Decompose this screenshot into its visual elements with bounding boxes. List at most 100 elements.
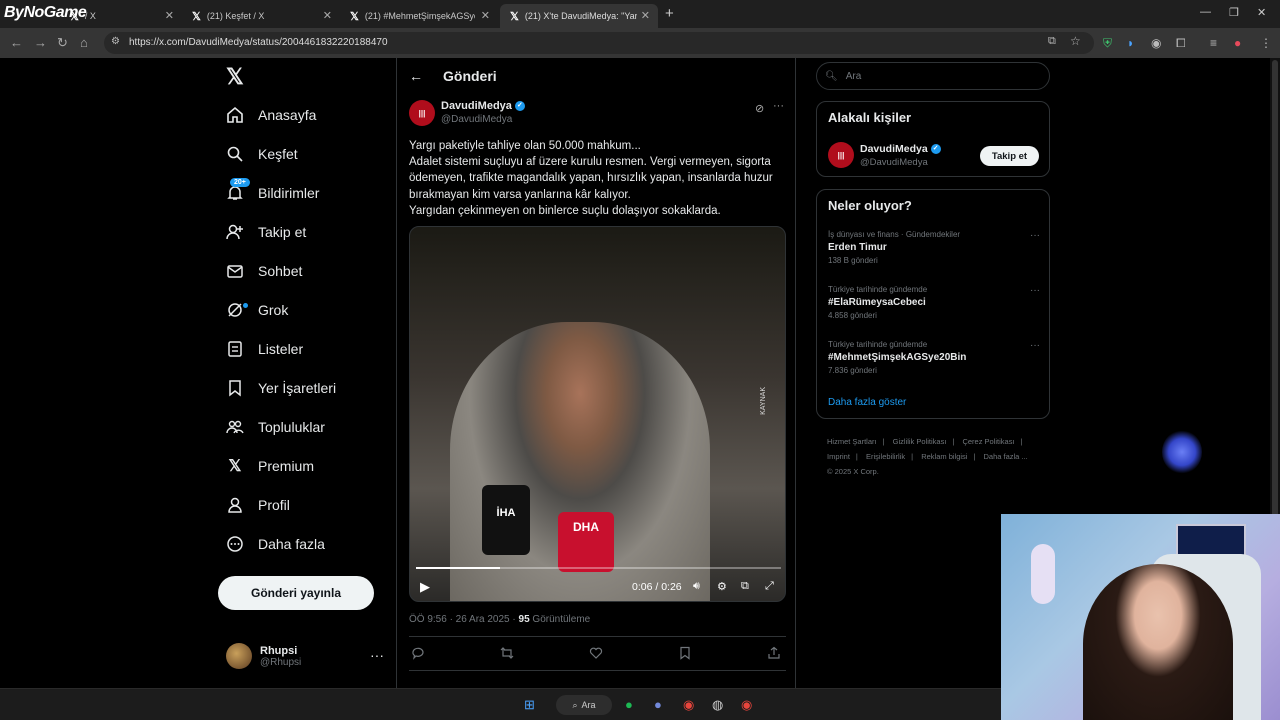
browser-tab[interactable]: 𝕏 (21) Keşfet / X ✕ bbox=[182, 4, 340, 28]
account-name: Rhupsi bbox=[260, 644, 298, 657]
repost-icon[interactable] bbox=[500, 646, 514, 663]
overlay-logo bbox=[1162, 430, 1202, 474]
extension-icon[interactable]: ◉ bbox=[1151, 36, 1161, 50]
browser-tab[interactable]: 𝕏 / X ✕ bbox=[60, 4, 182, 28]
site-info-icon[interactable]: ⚙ bbox=[111, 36, 120, 47]
more-icon[interactable]: ··· bbox=[773, 100, 784, 112]
author-name[interactable]: DavudiMedya bbox=[441, 100, 512, 112]
footer-link[interactable]: Gizlilik Politikası bbox=[893, 437, 947, 446]
minimize-icon[interactable]: — bbox=[1200, 6, 1211, 18]
nav-label: Daha fazla bbox=[258, 536, 325, 552]
person-icon bbox=[226, 496, 244, 514]
author-avatar[interactable]: ||| bbox=[409, 100, 435, 126]
more-icon[interactable]: ··· bbox=[370, 647, 384, 663]
x-logo-icon[interactable]: 𝕏 bbox=[226, 64, 244, 90]
account-switcher[interactable]: Rhupsi @Rhupsi ··· bbox=[226, 643, 384, 669]
home-icon[interactable]: ⌂ bbox=[80, 35, 88, 50]
trend-item[interactable]: Türkiye tarihinde gündemde #ElaRümeysaCe… bbox=[828, 285, 1040, 320]
views-label: Görüntüleme bbox=[529, 614, 591, 625]
chrome-active-icon[interactable]: ◉ bbox=[741, 697, 752, 713]
profile-avatar[interactable]: ● bbox=[1234, 36, 1241, 50]
picture-in-picture-icon[interactable]: ⧉ bbox=[741, 580, 749, 593]
more-icon[interactable]: ··· bbox=[1030, 340, 1040, 351]
settings-icon[interactable]: ⚙ bbox=[717, 580, 727, 593]
post-timestamp[interactable]: ÖÖ 9:56 · 26 Ara 2025 · bbox=[409, 614, 519, 625]
avatar[interactable]: ||| bbox=[828, 142, 854, 168]
trend-item[interactable]: Türkiye tarihinde gündemde #MehmetŞimşek… bbox=[828, 340, 1040, 375]
trend-item[interactable]: İş dünyası ve finans · Gündemdekiler Erd… bbox=[828, 230, 1040, 265]
trend-count: 138 B gönderi bbox=[828, 256, 878, 265]
footer-link[interactable]: Daha fazla ... bbox=[984, 452, 1028, 461]
forward-icon[interactable]: → bbox=[34, 35, 47, 50]
nav-profile[interactable]: Profil bbox=[226, 490, 290, 520]
grok-explain-icon[interactable]: ⊘ bbox=[755, 102, 764, 115]
chrome-icon[interactable]: ◉ bbox=[683, 697, 694, 713]
bookmark-star-icon[interactable]: ☆ bbox=[1070, 34, 1081, 48]
footer-link[interactable]: Reklam bilgisi bbox=[921, 452, 967, 461]
relevant-person[interactable]: ||| DavudiMedya ✓ @DavudiMedya bbox=[828, 142, 941, 168]
nav-communities[interactable]: Topluluklar bbox=[226, 412, 325, 442]
more-icon[interactable]: ··· bbox=[1030, 230, 1040, 241]
nav-home[interactable]: Anasayfa bbox=[226, 100, 316, 130]
scrollbar-thumb[interactable] bbox=[1272, 60, 1278, 560]
share-icon[interactable] bbox=[767, 646, 781, 663]
nav-follow[interactable]: Takip et bbox=[226, 217, 306, 247]
close-icon[interactable]: ✕ bbox=[641, 9, 650, 22]
more-icon[interactable]: ··· bbox=[1030, 285, 1040, 296]
follow-button[interactable]: Takip et bbox=[980, 146, 1039, 166]
microphone bbox=[1031, 544, 1055, 604]
footer-link[interactable]: Imprint bbox=[827, 452, 850, 461]
close-icon[interactable]: ✕ bbox=[323, 9, 332, 22]
menu-icon[interactable]: ⋮ bbox=[1260, 36, 1272, 50]
nav-explore[interactable]: Keşfet bbox=[226, 139, 298, 169]
fullscreen-icon[interactable]: ⤢ bbox=[765, 580, 774, 593]
nav-bookmarks[interactable]: Yer İşaretleri bbox=[226, 373, 336, 403]
new-dot bbox=[243, 303, 248, 308]
author-handle[interactable]: @DavudiMedya bbox=[441, 114, 525, 125]
nav-lists[interactable]: Listeler bbox=[226, 334, 303, 364]
shield-extension-icon[interactable]: ⛨ bbox=[1103, 36, 1112, 51]
close-icon[interactable]: ✕ bbox=[165, 9, 174, 22]
discord-icon[interactable]: ● bbox=[654, 697, 662, 712]
nav-more[interactable]: Daha fazla bbox=[226, 529, 325, 559]
media-icon[interactable]: ≡ bbox=[1210, 36, 1217, 50]
browser-tab[interactable]: 𝕏 (21) #MehmetŞimşekAGSye20B ✕ bbox=[340, 4, 498, 28]
install-icon[interactable]: ⧉ bbox=[1048, 35, 1056, 48]
search-input[interactable]: 🔍︎ Ara bbox=[816, 62, 1050, 90]
post-author[interactable]: ||| DavudiMedya ✓ @DavudiMedya bbox=[409, 100, 525, 126]
bookmark-icon[interactable] bbox=[678, 646, 692, 663]
video-player[interactable]: İHA DHA KAYNAK ▶ 0:06 / 0:26 🔊︎ ⚙ ⧉ ⤢ bbox=[409, 226, 786, 602]
maximize-icon[interactable]: ❐ bbox=[1229, 6, 1239, 19]
app-icon[interactable]: ◍ bbox=[712, 697, 723, 713]
play-icon[interactable]: ▶ bbox=[420, 579, 430, 595]
volume-icon[interactable]: 🔊︎ bbox=[693, 580, 700, 593]
nav-grok[interactable]: Grok bbox=[226, 295, 288, 325]
nav-premium[interactable]: 𝕏 Premium bbox=[226, 451, 314, 481]
close-window-icon[interactable]: ✕ bbox=[1257, 6, 1266, 19]
close-icon[interactable]: ✕ bbox=[481, 9, 490, 22]
new-tab-button[interactable]: + bbox=[665, 5, 674, 22]
footer-link[interactable]: Erişilebilirlik bbox=[866, 452, 905, 461]
like-icon[interactable] bbox=[589, 646, 603, 663]
windows-start-icon[interactable]: ⊞ bbox=[524, 697, 535, 713]
video-progress-bar[interactable] bbox=[416, 567, 781, 569]
puzzle-icon[interactable]: ⧠ bbox=[1176, 36, 1186, 51]
back-arrow-icon[interactable]: ← bbox=[409, 68, 423, 84]
x-icon: 𝕏 bbox=[192, 10, 201, 23]
browser-tab-active[interactable]: 𝕏 (21) X'te DavudiMedya: "Yargı p ✕ bbox=[500, 4, 658, 28]
url-input[interactable]: ⚙ https://x.com/DavudiMedya/status/20044… bbox=[104, 32, 1094, 54]
back-icon[interactable]: ← bbox=[10, 35, 23, 50]
taskbar-search[interactable]: ⌕ Ara bbox=[556, 695, 612, 715]
show-more-link[interactable]: Daha fazla göster bbox=[828, 397, 906, 408]
post-button[interactable]: Gönderi yayınla bbox=[218, 576, 374, 610]
footer-link[interactable]: Çerez Politikası bbox=[962, 437, 1014, 446]
reload-icon[interactable]: ↻ bbox=[57, 35, 68, 51]
reply-icon[interactable] bbox=[411, 646, 425, 663]
nav-notifications[interactable]: 20+ Bildirimler bbox=[226, 178, 319, 208]
spotify-icon[interactable]: ● bbox=[625, 697, 633, 712]
microphone: DHA bbox=[558, 512, 614, 572]
nav-chat[interactable]: Sohbet bbox=[226, 256, 302, 286]
translate-extension-icon[interactable]: ◗ bbox=[1127, 36, 1134, 50]
relevant-name[interactable]: DavudiMedya bbox=[860, 143, 928, 155]
footer-link[interactable]: Hizmet Şartları bbox=[827, 437, 877, 446]
